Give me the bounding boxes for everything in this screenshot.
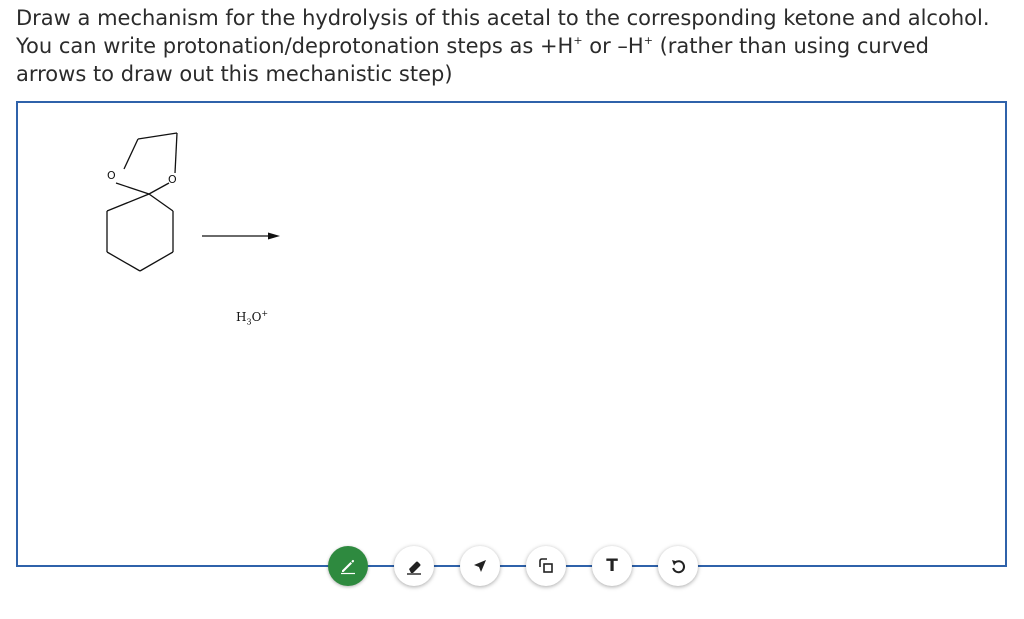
pencil-icon bbox=[341, 559, 355, 575]
drawing-toolbar: T bbox=[328, 544, 724, 588]
select-tool-button[interactable] bbox=[460, 546, 500, 586]
drawing-canvas[interactable]: O O H3O+ bbox=[16, 101, 1007, 567]
undo-icon bbox=[672, 560, 685, 574]
reagent-superscript: + bbox=[261, 309, 269, 318]
text-tool-button[interactable]: T bbox=[592, 546, 632, 586]
question-text-part: or –H bbox=[582, 34, 644, 58]
eraser-icon bbox=[407, 561, 421, 575]
oxygen-atom-label: O bbox=[107, 169, 116, 182]
undo-tool-button[interactable] bbox=[658, 546, 698, 586]
eraser-tool-button[interactable] bbox=[394, 546, 434, 586]
bond bbox=[123, 138, 139, 170]
arrow-pointer-icon bbox=[474, 560, 486, 572]
question-text: Draw a mechanism for the hydrolysis of t… bbox=[16, 4, 996, 88]
reagent-text: O bbox=[251, 310, 262, 324]
pen-tool-button[interactable] bbox=[328, 546, 368, 586]
reaction-arrow-head bbox=[268, 232, 280, 240]
bond bbox=[174, 132, 178, 174]
acetal-structure: O O bbox=[106, 132, 280, 272]
shapes-icon bbox=[539, 558, 553, 573]
reagent-label: H3O+ bbox=[236, 309, 268, 326]
superscript-plus: + bbox=[643, 34, 653, 47]
shapes-tool-button[interactable] bbox=[526, 546, 566, 586]
bond bbox=[139, 251, 174, 272]
text-icon: T bbox=[606, 556, 618, 576]
bond bbox=[115, 182, 150, 195]
superscript-plus: + bbox=[573, 34, 583, 47]
reagent-text: H bbox=[236, 310, 247, 324]
bond bbox=[106, 193, 150, 212]
bond bbox=[106, 251, 141, 272]
bond bbox=[148, 182, 170, 195]
bond bbox=[148, 193, 174, 212]
bond bbox=[137, 132, 178, 140]
oxygen-atom-label: O bbox=[168, 173, 177, 186]
